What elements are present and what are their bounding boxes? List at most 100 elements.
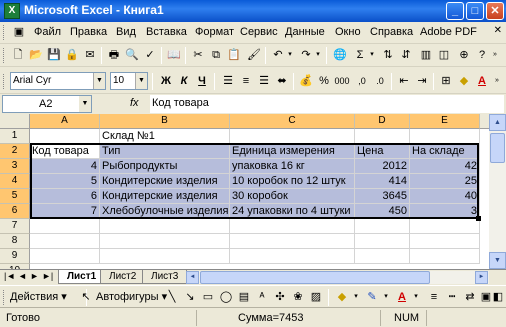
vertical-scrollbar[interactable]: ▲ ▼ — [489, 114, 506, 269]
column-header-a[interactable]: A — [30, 114, 100, 129]
chevron-down-icon[interactable]: ▼ — [135, 73, 147, 89]
cell-e6[interactable]: 3 — [410, 204, 480, 219]
new-icon[interactable]: 🗋 — [10, 47, 26, 63]
cell-d1[interactable] — [355, 129, 410, 144]
row-header[interactable]: 1 — [0, 129, 30, 144]
cell-e5[interactable]: 40 — [410, 189, 480, 204]
cell-d6[interactable]: 450 — [355, 204, 410, 219]
undo-dropdown-icon[interactable]: ▾ — [286, 47, 294, 63]
chevron-down-icon[interactable]: ▼ — [93, 73, 105, 89]
cell-d2[interactable]: Цена — [355, 144, 410, 159]
select-objects-icon[interactable]: ↖ — [78, 289, 94, 305]
cell-c8[interactable] — [230, 234, 355, 249]
thousands-button[interactable]: 000 — [332, 73, 352, 89]
cell-b8[interactable] — [100, 234, 230, 249]
toolbar-grip[interactable] — [3, 48, 6, 63]
arrow-style-icon[interactable]: ⇄ — [462, 289, 478, 305]
draw-font-color-button[interactable]: A — [394, 289, 410, 305]
cell-c9[interactable] — [230, 249, 355, 264]
cell-d3[interactable]: 2012 — [355, 159, 410, 174]
menu-help[interactable]: Справка — [370, 26, 413, 38]
column-header-b[interactable]: B — [100, 114, 230, 129]
save-icon[interactable]: 💾 — [46, 47, 62, 63]
arrow-icon[interactable]: ↘ — [182, 289, 198, 305]
cell-a2[interactable]: Код товара — [30, 144, 100, 159]
cell-a1[interactable] — [30, 129, 100, 144]
font-color-button[interactable]: A — [474, 73, 490, 89]
cell-e3[interactable]: 42 — [410, 159, 480, 174]
3d-icon[interactable]: ◧ — [492, 289, 504, 305]
worksheet-grid[interactable]: A B C D E 1 2 3 4 5 6 7 8 9 10 Склад №1 … — [0, 114, 506, 269]
autosum-icon[interactable]: Σ — [352, 47, 368, 63]
rectangle-icon[interactable]: ▭ — [200, 289, 216, 305]
scroll-down-icon[interactable]: ▼ — [489, 252, 506, 269]
sort-asc-icon[interactable]: ⇅ — [380, 47, 396, 63]
vertical-scroll-thumb[interactable] — [490, 133, 505, 163]
excel-app-icon[interactable]: X — [4, 3, 20, 19]
decrease-indent-icon[interactable]: ⇤ — [396, 73, 412, 89]
menu-grip[interactable] — [3, 25, 6, 40]
toolbar-grip[interactable] — [3, 290, 6, 305]
cell-a4[interactable]: 5 — [30, 174, 100, 189]
wordart-icon[interactable]: ᴬ — [254, 289, 270, 305]
menu-adobe-pdf[interactable]: Adobe PDF — [420, 26, 477, 38]
font-size-select[interactable]: 10 ▼ — [110, 72, 148, 90]
menu-format[interactable]: Формат — [195, 26, 234, 38]
decrease-decimal-icon[interactable]: .0 — [372, 73, 388, 89]
font-name-select[interactable]: Arial Cyr ▼ — [10, 72, 106, 90]
insert-function-button[interactable]: fx — [130, 97, 139, 109]
tab-nav-first-icon[interactable]: |◄ — [4, 271, 15, 281]
cell-c3[interactable]: упаковка 16 кг — [230, 159, 355, 174]
paste-icon[interactable]: 📋 — [226, 47, 242, 63]
autosum-dropdown-icon[interactable]: ▾ — [368, 47, 376, 63]
draw-actions-menu[interactable]: Действия ▾ — [10, 290, 67, 303]
cell-d9[interactable] — [355, 249, 410, 264]
cell-c1[interactable] — [230, 129, 355, 144]
chevron-down-icon[interactable]: ▾ — [352, 289, 360, 305]
maximize-button[interactable]: □ — [466, 2, 484, 20]
line-icon[interactable]: ╲ — [164, 289, 180, 305]
menu-insert[interactable]: Вставка — [146, 26, 187, 38]
select-all-corner[interactable] — [0, 114, 30, 129]
cell-b9[interactable] — [100, 249, 230, 264]
cell-e9[interactable] — [410, 249, 480, 264]
column-header-d[interactable]: D — [355, 114, 410, 129]
sort-desc-icon[interactable]: ⇵ — [398, 47, 414, 63]
drawing-icon[interactable]: ◫ — [436, 47, 452, 63]
align-left-icon[interactable]: ☰ — [220, 73, 236, 89]
scroll-up-icon[interactable]: ▲ — [489, 114, 506, 131]
menu-file[interactable]: Файл — [34, 26, 61, 38]
percent-button[interactable]: % — [316, 73, 332, 89]
doc-icon[interactable]: ▣ — [12, 24, 26, 40]
print-icon[interactable]: 🖶 — [106, 47, 122, 63]
menu-edit[interactable]: Правка — [70, 26, 107, 38]
oval-icon[interactable]: ◯ — [218, 289, 234, 305]
cell-c4[interactable]: 10 коробок по 12 штук — [230, 174, 355, 189]
row-header[interactable]: 6 — [0, 204, 30, 219]
menu-data[interactable]: Данные — [285, 26, 325, 38]
row-header[interactable]: 9 — [0, 249, 30, 264]
open-icon[interactable]: 📂 — [28, 47, 44, 63]
cell-c5[interactable]: 30 коробок — [230, 189, 355, 204]
chart-wizard-icon[interactable]: ▥ — [418, 47, 434, 63]
tab-nav-next-icon[interactable]: ► — [30, 271, 39, 281]
chevron-down-icon[interactable]: ▾ — [412, 289, 420, 305]
row-header[interactable]: 5 — [0, 189, 30, 204]
line-color-icon[interactable]: ✎ — [364, 289, 380, 305]
cell-e2[interactable]: На складе — [410, 144, 480, 159]
cell-a5[interactable]: 6 — [30, 189, 100, 204]
cell-d7[interactable] — [355, 219, 410, 234]
workbook-close-icon[interactable]: ✕ — [494, 25, 502, 36]
cell-b5[interactable]: Кондитерские изделия — [100, 189, 230, 204]
hyperlink-icon[interactable]: 🌐 — [332, 47, 348, 63]
row-header[interactable]: 3 — [0, 159, 30, 174]
picture-icon[interactable]: ▨ — [308, 289, 324, 305]
row-header[interactable]: 4 — [0, 174, 30, 189]
cell-a6[interactable]: 7 — [30, 204, 100, 219]
tab-nav-prev-icon[interactable]: ◄ — [18, 271, 27, 281]
textbox-icon[interactable]: ▤ — [236, 289, 252, 305]
row-header[interactable]: 7 — [0, 219, 30, 234]
clipart-icon[interactable]: ❀ — [290, 289, 306, 305]
tab-sheet3[interactable]: Лист3 — [142, 270, 188, 284]
minimize-button[interactable]: _ — [446, 2, 464, 20]
